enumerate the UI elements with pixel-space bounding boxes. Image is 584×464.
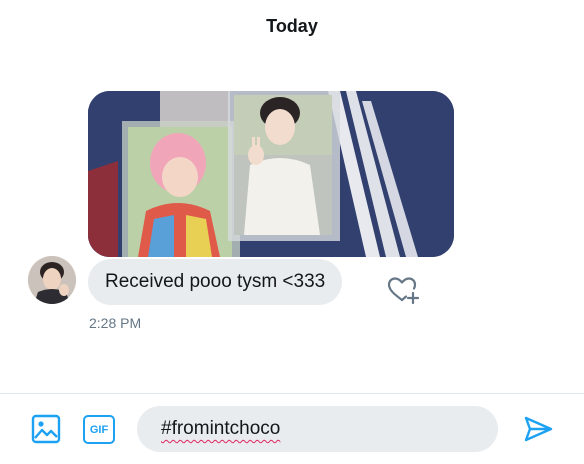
message-input-value: #fromintchoco xyxy=(161,418,281,439)
add-photo-button[interactable] xyxy=(30,413,62,445)
gif-button[interactable]: GIF xyxy=(83,415,115,444)
message-text: Received pooo tysm <333 xyxy=(105,271,326,292)
heart-plus-icon xyxy=(387,277,420,305)
image-icon xyxy=(31,414,61,444)
gif-label: GIF xyxy=(89,423,109,436)
photo-message[interactable] xyxy=(88,91,454,257)
add-reaction-button[interactable] xyxy=(385,272,421,308)
send-button[interactable] xyxy=(522,413,554,445)
dm-conversation-screen: Today Received pooo tysm <333 2:28 PM GI… xyxy=(0,0,584,464)
photocard-photo xyxy=(88,91,454,257)
send-icon xyxy=(524,416,553,442)
message-bubble[interactable]: Received pooo tysm <333 xyxy=(88,259,343,305)
avatar[interactable] xyxy=(28,256,76,304)
date-header: Today xyxy=(266,16,318,36)
message-composer: GIF #fromintchoco xyxy=(0,393,584,464)
user-avatar-photo xyxy=(28,256,76,304)
message-timestamp: 2:28 PM xyxy=(89,315,142,331)
message-input[interactable]: #fromintchoco xyxy=(137,406,498,452)
